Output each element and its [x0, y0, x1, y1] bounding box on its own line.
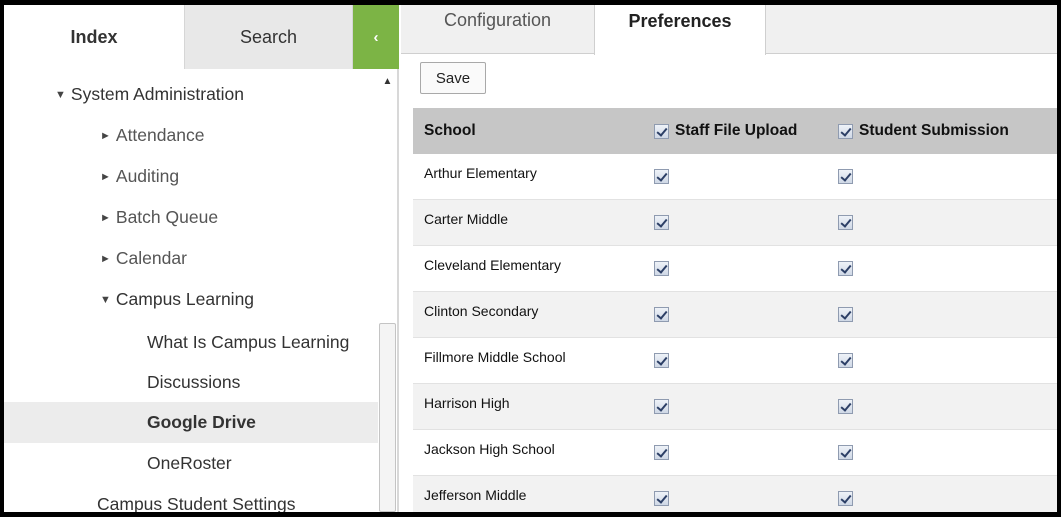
- caret-right-icon: ►: [100, 170, 111, 183]
- school-name: Jefferson Middle: [424, 487, 527, 503]
- left-tab-bar: Index Search ‹: [4, 5, 399, 69]
- table-header: School Staff File Upload Student Submiss…: [413, 108, 1057, 154]
- tree-item-auditing[interactable]: ► Auditing: [4, 156, 378, 197]
- caret-down-icon: ▼: [100, 293, 111, 306]
- student-submission-checkbox[interactable]: [838, 307, 853, 323]
- tab-preferences[interactable]: Preferences: [594, 5, 766, 55]
- tree-item-calendar[interactable]: ► Calendar: [4, 238, 378, 279]
- table-row: Cleveland Elementary: [413, 246, 1057, 292]
- tree-item-campus-student-settings[interactable]: Campus Student Settings: [4, 484, 378, 512]
- tree-item-label: Calendar: [115, 248, 187, 268]
- staff-file-upload-checkbox[interactable]: [654, 169, 669, 185]
- school-name: Cleveland Elementary: [424, 257, 561, 273]
- tree-item-label: What Is Campus Learning: [147, 332, 350, 352]
- scroll-up-arrow-icon[interactable]: ▲: [378, 70, 397, 92]
- caret-right-icon: ►: [100, 252, 111, 265]
- staff-file-upload-checkbox[interactable]: [654, 307, 669, 323]
- column-header-label: Student Submission: [859, 122, 1009, 139]
- tree-item-label: Google Drive: [147, 412, 256, 432]
- student-submission-checkbox[interactable]: [838, 445, 853, 461]
- tab-configuration[interactable]: Configuration: [401, 5, 594, 54]
- student-submission-checkbox[interactable]: [838, 399, 853, 415]
- tree-item-what-is-campus-learning[interactable]: What Is Campus Learning: [4, 322, 378, 363]
- content-tab-bar: Configuration Preferences: [401, 5, 1057, 55]
- app-frame: Index Search ‹ ▼ System Administration ►…: [4, 5, 1057, 512]
- staff-file-upload-checkbox[interactable]: [654, 445, 669, 461]
- caret-right-icon: ►: [100, 211, 111, 224]
- tree-item-batch-queue[interactable]: ► Batch Queue: [4, 197, 378, 238]
- tree-item-campus-learning[interactable]: ▼ Campus Learning: [4, 279, 378, 320]
- tree-item-attendance[interactable]: ► Attendance: [4, 115, 378, 156]
- table-row: Arthur Elementary: [413, 154, 1057, 200]
- caret-right-icon: ►: [100, 129, 111, 142]
- student-submission-checkbox[interactable]: [838, 491, 853, 507]
- student-submission-checkbox[interactable]: [838, 353, 853, 369]
- content-panel: Configuration Preferences Save School St…: [401, 5, 1057, 512]
- tree-item-oneroster[interactable]: OneRoster: [4, 443, 378, 484]
- save-button[interactable]: Save: [420, 62, 486, 94]
- column-header-school: School: [424, 122, 476, 139]
- tab-search[interactable]: Search: [185, 5, 353, 69]
- column-header-staff-file-upload: Staff File Upload: [654, 108, 797, 154]
- left-panel: Index Search ‹ ▼ System Administration ►…: [4, 5, 399, 512]
- table-row: Harrison High: [413, 384, 1057, 430]
- student-submission-checkbox[interactable]: [838, 215, 853, 231]
- tree-item-label: Discussions: [147, 372, 241, 392]
- student-submission-checkbox[interactable]: [838, 261, 853, 277]
- table-row: Jackson High School: [413, 430, 1057, 476]
- tree-item-google-drive[interactable]: Google Drive: [4, 402, 378, 443]
- scrollbar-thumb[interactable]: [379, 323, 396, 512]
- table-row: Carter Middle: [413, 200, 1057, 246]
- staff-file-upload-checkbox[interactable]: [654, 261, 669, 277]
- caret-down-icon: ▼: [55, 88, 66, 101]
- student-submission-checkbox[interactable]: [838, 169, 853, 185]
- school-name: Harrison High: [424, 395, 510, 411]
- tree-item-label: Attendance: [115, 125, 205, 145]
- tree-item-label: System Administration: [70, 84, 245, 104]
- column-header-student-submission: Student Submission: [838, 108, 1009, 154]
- tab-index[interactable]: Index: [4, 5, 185, 69]
- navigation-tree: ▼ System Administration ► Attendance ► A…: [4, 70, 378, 512]
- staff-file-upload-checkbox[interactable]: [654, 491, 669, 507]
- table-row: Fillmore Middle School: [413, 338, 1057, 384]
- select-all-staff-file-upload-checkbox[interactable]: [654, 123, 669, 139]
- table-row: Clinton Secondary: [413, 292, 1057, 338]
- select-all-student-submission-checkbox[interactable]: [838, 123, 853, 139]
- school-name: Jackson High School: [424, 441, 555, 457]
- tree-scrollbar[interactable]: ▲: [378, 70, 397, 512]
- school-name: Arthur Elementary: [424, 165, 537, 181]
- school-name: Fillmore Middle School: [424, 349, 566, 365]
- tree-item-discussions[interactable]: Discussions: [4, 362, 378, 403]
- tree-item-label: Auditing: [115, 166, 180, 186]
- staff-file-upload-checkbox[interactable]: [654, 399, 669, 415]
- staff-file-upload-checkbox[interactable]: [654, 353, 669, 369]
- tree-item-label: Campus Student Settings: [97, 494, 296, 512]
- tree-item-label: Campus Learning: [115, 289, 255, 309]
- column-header-label: Staff File Upload: [675, 122, 798, 139]
- chevron-left-icon: ‹: [373, 28, 379, 46]
- school-name: Carter Middle: [424, 211, 509, 227]
- tree-item-system-administration[interactable]: ▼ System Administration: [4, 74, 378, 115]
- tree-item-label: OneRoster: [147, 453, 232, 473]
- tree-item-label: Batch Queue: [115, 207, 219, 227]
- staff-file-upload-checkbox[interactable]: [654, 215, 669, 231]
- table-row: Jefferson Middle: [413, 476, 1057, 512]
- school-name: Clinton Secondary: [424, 303, 539, 319]
- collapse-panel-button[interactable]: ‹: [353, 5, 399, 69]
